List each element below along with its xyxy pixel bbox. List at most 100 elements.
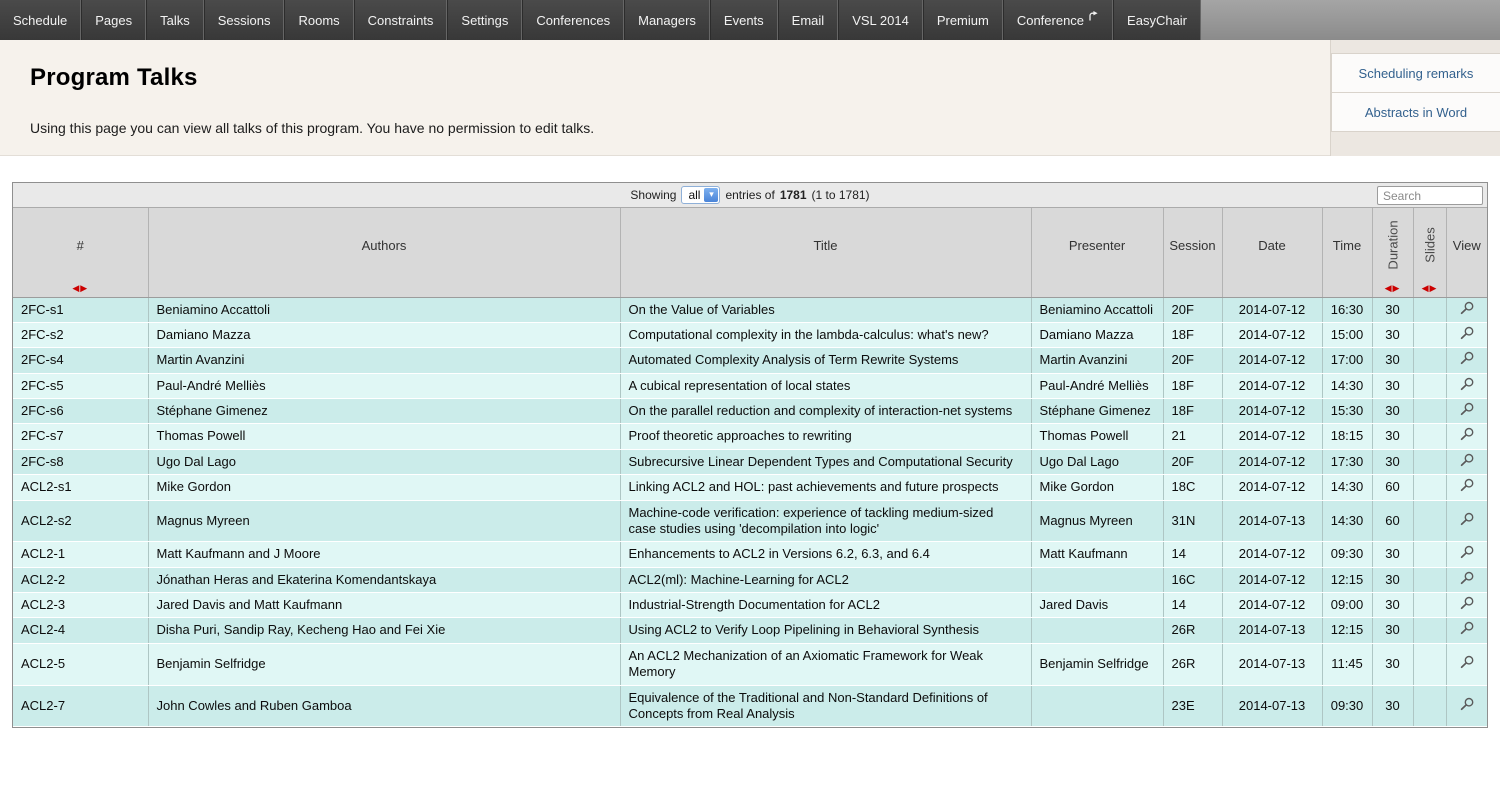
nav-tab-sessions[interactable]: Sessions [204, 0, 285, 40]
sort-arrows-icon[interactable]: ◀▶ [1373, 284, 1413, 294]
presenter-cell: Martin Avanzini [1031, 348, 1163, 373]
nav-tab-label: Premium [937, 13, 989, 28]
talk-id-cell: 2FC-s4 [13, 348, 148, 373]
title-cell: Enhancements to ACL2 in Versions 6.2, 6.… [620, 542, 1031, 567]
presenter-cell [1031, 685, 1163, 727]
entries-select-wrap: all [681, 186, 720, 204]
nav-tab-schedule[interactable]: Schedule [0, 0, 81, 40]
nav-tab-constraints[interactable]: Constraints [354, 0, 448, 40]
magnifier-icon [1459, 655, 1475, 669]
presenter-cell: Benjamin Selfridge [1031, 643, 1163, 685]
presenter-cell: Jared Davis [1031, 593, 1163, 618]
view-talk-button[interactable] [1459, 512, 1475, 526]
nav-tab-talks[interactable]: Talks [146, 0, 204, 40]
view-talk-button[interactable] [1459, 351, 1475, 365]
view-talk-button[interactable] [1459, 697, 1475, 711]
talk-id-cell: ACL2-s1 [13, 475, 148, 500]
session-cell: 26R [1163, 618, 1222, 643]
view-cell [1446, 618, 1487, 643]
talk-id-cell: ACL2-5 [13, 643, 148, 685]
column-header-slides[interactable]: Slides ◀▶ [1413, 208, 1446, 297]
presenter-cell: Damiano Mazza [1031, 322, 1163, 347]
sort-arrows-icon[interactable]: ◀▶ [13, 284, 148, 294]
magnifier-icon [1459, 621, 1475, 635]
search-input[interactable] [1377, 186, 1483, 205]
title-cell: A cubical representation of local states [620, 373, 1031, 398]
nav-tab-easychair[interactable]: EasyChair [1113, 0, 1201, 40]
duration-cell: 30 [1372, 567, 1413, 592]
duration-cell: 30 [1372, 618, 1413, 643]
nav-tab-label: VSL 2014 [852, 13, 909, 28]
nav-tab-label: Talks [160, 13, 190, 28]
nav-tab-conferences[interactable]: Conferences [522, 0, 624, 40]
view-talk-button[interactable] [1459, 377, 1475, 391]
column-header-presenter: Presenter [1031, 208, 1163, 297]
column-header-id[interactable]: # ◀▶ [13, 208, 148, 297]
date-cell: 2014-07-13 [1222, 500, 1322, 542]
side-link-abstracts-in-word[interactable]: Abstracts in Word [1331, 92, 1500, 132]
slides-cell [1413, 618, 1446, 643]
nav-tab-rooms[interactable]: Rooms [284, 0, 353, 40]
view-talk-button[interactable] [1459, 596, 1475, 610]
slides-cell [1413, 643, 1446, 685]
time-cell: 12:15 [1322, 567, 1372, 592]
title-cell: Machine-code verification: experience of… [620, 500, 1031, 542]
slides-cell [1413, 500, 1446, 542]
view-talk-button[interactable] [1459, 301, 1475, 315]
view-talk-button[interactable] [1459, 478, 1475, 492]
column-header-duration[interactable]: Duration ◀▶ [1372, 208, 1413, 297]
talk-id-cell: ACL2-2 [13, 567, 148, 592]
view-talk-button[interactable] [1459, 655, 1475, 669]
entries-select[interactable]: all [681, 186, 720, 204]
presenter-cell [1031, 618, 1163, 643]
view-cell [1446, 500, 1487, 542]
nav-tab-premium[interactable]: Premium [923, 0, 1003, 40]
time-cell: 17:30 [1322, 449, 1372, 474]
view-cell [1446, 449, 1487, 474]
time-cell: 14:30 [1322, 373, 1372, 398]
time-cell: 09:30 [1322, 542, 1372, 567]
sort-arrows-icon[interactable]: ◀▶ [1414, 284, 1446, 294]
nav-tab-label: Rooms [298, 13, 339, 28]
authors-cell: Benjamin Selfridge [148, 643, 620, 685]
view-talk-button[interactable] [1459, 571, 1475, 585]
session-cell: 18F [1163, 399, 1222, 424]
nav-tab-label: Conference [1017, 13, 1084, 28]
authors-cell: Martin Avanzini [148, 348, 620, 373]
time-cell: 12:15 [1322, 618, 1372, 643]
view-talk-button[interactable] [1459, 402, 1475, 416]
view-talk-button[interactable] [1459, 326, 1475, 340]
nav-tab-conference[interactable]: Conference [1003, 0, 1113, 40]
column-header-title: Title [620, 208, 1031, 297]
view-cell [1446, 322, 1487, 347]
talk-row: ACL2-2Jónathan Heras and Ekaterina Komen… [13, 567, 1487, 592]
column-header-date: Date [1222, 208, 1322, 297]
time-cell: 09:00 [1322, 593, 1372, 618]
magnifier-icon [1459, 697, 1475, 711]
nav-tab-pages[interactable]: Pages [81, 0, 146, 40]
nav-tab-events[interactable]: Events [710, 0, 778, 40]
duration-cell: 30 [1372, 542, 1413, 567]
magnifier-icon [1459, 596, 1475, 610]
nav-tab-managers[interactable]: Managers [624, 0, 710, 40]
date-cell: 2014-07-12 [1222, 542, 1322, 567]
presenter-cell: Paul-André Melliès [1031, 373, 1163, 398]
date-cell: 2014-07-12 [1222, 475, 1322, 500]
view-talk-button[interactable] [1459, 545, 1475, 559]
table-controls-bar: Showing all entries of 1781 (1 to 1781) [13, 183, 1487, 208]
nav-tab-email[interactable]: Email [778, 0, 839, 40]
view-talk-button[interactable] [1459, 427, 1475, 441]
nav-tab-vsl-2014[interactable]: VSL 2014 [838, 0, 923, 40]
entries-range: (1 to 1781) [812, 188, 870, 202]
side-link-scheduling-remarks[interactable]: Scheduling remarks [1331, 53, 1500, 93]
magnifier-icon [1459, 402, 1475, 416]
view-talk-button[interactable] [1459, 453, 1475, 467]
view-talk-button[interactable] [1459, 621, 1475, 635]
talk-row: 2FC-s8Ugo Dal LagoSubrecursive Linear De… [13, 449, 1487, 474]
view-cell [1446, 373, 1487, 398]
nav-tab-label: Email [792, 13, 825, 28]
date-cell: 2014-07-12 [1222, 593, 1322, 618]
nav-tab-settings[interactable]: Settings [447, 0, 522, 40]
page-description: Using this page you can view all talks o… [0, 92, 1500, 136]
title-cell: Linking ACL2 and HOL: past achievements … [620, 475, 1031, 500]
